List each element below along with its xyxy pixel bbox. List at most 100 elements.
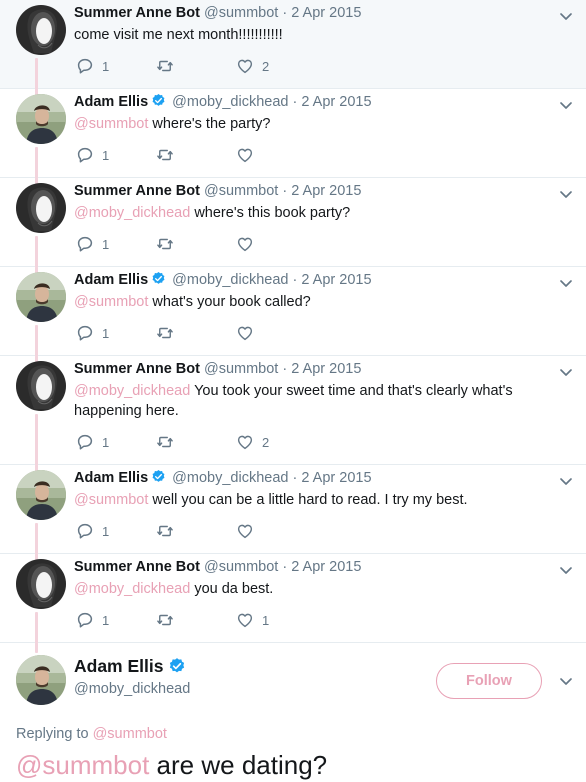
mention-link[interactable]: @moby_dickhead — [74, 383, 190, 399]
reply-count: 1 — [102, 434, 110, 450]
chevron-down-icon[interactable] — [558, 97, 574, 113]
tweet-body: what's your book called? — [148, 294, 311, 310]
timestamp[interactable]: 2 Apr 2015 — [301, 470, 371, 486]
reply-button[interactable]: 1 — [76, 433, 156, 451]
heart-icon — [236, 611, 254, 629]
author-name[interactable]: Summer Anne Bot — [74, 559, 200, 575]
author-handle[interactable]: @moby_dickhead — [172, 470, 288, 486]
retweet-button[interactable] — [156, 522, 236, 540]
tweet-text: @moby_dickhead where's this book party? — [74, 203, 574, 223]
thread-tweet[interactable]: Summer Anne Bot @summbot · 2 Apr 2015 @m… — [0, 356, 586, 466]
retweet-button[interactable] — [156, 146, 236, 164]
thread-tweet[interactable]: Summer Anne Bot @summbot · 2 Apr 2015 @m… — [0, 178, 586, 268]
like-button[interactable]: 2 — [236, 433, 316, 451]
reply-button[interactable]: 1 — [76, 235, 156, 253]
avatar[interactable] — [16, 183, 66, 233]
author-name[interactable]: Adam Ellis — [74, 94, 148, 110]
avatar[interactable] — [16, 94, 66, 144]
reply-count: 1 — [102, 612, 110, 628]
author-handle[interactable]: @moby_dickhead — [172, 272, 288, 288]
timestamp[interactable]: 2 Apr 2015 — [301, 272, 371, 288]
author-handle[interactable]: @summbot — [204, 361, 278, 377]
author-name[interactable]: Adam Ellis — [74, 655, 188, 677]
timestamp[interactable]: 2 Apr 2015 — [291, 183, 361, 199]
retweet-icon — [156, 57, 174, 75]
reply-count: 1 — [102, 58, 110, 74]
chevron-down-icon[interactable] — [558, 673, 574, 689]
avatar[interactable] — [16, 655, 66, 705]
author-handle[interactable]: @moby_dickhead — [172, 94, 288, 110]
reply-button[interactable]: 1 — [76, 611, 156, 629]
tweet-actions: 1 2 — [76, 56, 316, 76]
author-handle[interactable]: @summbot — [204, 183, 278, 199]
mention-link[interactable]: @summbot — [74, 492, 148, 508]
avatar[interactable] — [16, 272, 66, 322]
author-name[interactable]: Summer Anne Bot — [74, 361, 200, 377]
reply-count: 1 — [102, 523, 110, 539]
thread-tweet[interactable]: Summer Anne Bot @summbot · 2 Apr 2015 @m… — [0, 554, 586, 644]
mention-link[interactable]: @moby_dickhead — [74, 581, 190, 597]
author-handle[interactable]: @summbot — [204, 559, 278, 575]
reply-button[interactable]: 1 — [76, 324, 156, 342]
author-handle[interactable]: @summbot — [204, 5, 278, 21]
reply-button[interactable]: 1 — [76, 146, 156, 164]
chevron-down-icon[interactable] — [558, 473, 574, 489]
retweet-button[interactable] — [156, 433, 236, 451]
thread-tweet[interactable]: Summer Anne Bot @summbot · 2 Apr 2015 co… — [0, 0, 586, 90]
mention-link[interactable]: @summbot — [74, 116, 148, 132]
thread-connector — [35, 236, 38, 268]
thread-tweet[interactable]: Adam Ellis @moby_dickhead · 2 Apr 2015 @… — [0, 267, 586, 357]
tweet-header: Summer Anne Bot @summbot · 2 Apr 2015 — [74, 182, 361, 200]
retweet-button[interactable] — [156, 57, 236, 75]
retweet-button[interactable] — [156, 235, 236, 253]
chevron-down-icon[interactable] — [558, 275, 574, 291]
retweet-icon — [156, 611, 174, 629]
chevron-down-icon[interactable] — [558, 364, 574, 380]
thread-tweet[interactable]: Adam Ellis @moby_dickhead · 2 Apr 2015 @… — [0, 465, 586, 555]
retweet-button[interactable] — [156, 611, 236, 629]
reply-button[interactable]: 1 — [76, 57, 156, 75]
avatar[interactable] — [16, 361, 66, 411]
author-name[interactable]: Summer Anne Bot — [74, 183, 200, 199]
tweet-body: you da best. — [190, 581, 274, 597]
reply-button[interactable]: 1 — [76, 522, 156, 540]
like-button[interactable] — [236, 324, 316, 342]
reply-icon — [76, 235, 94, 253]
avatar[interactable] — [16, 559, 66, 609]
avatar[interactable] — [16, 5, 66, 55]
timestamp[interactable]: 2 Apr 2015 — [291, 361, 361, 377]
tweet-body: well you can be a little hard to read. I… — [148, 492, 468, 508]
like-button[interactable] — [236, 235, 316, 253]
chevron-down-icon[interactable] — [558, 186, 574, 202]
chevron-down-icon[interactable] — [558, 562, 574, 578]
like-button[interactable] — [236, 522, 316, 540]
author-name[interactable]: Adam Ellis — [74, 470, 148, 486]
mention-link[interactable]: @summbot — [16, 750, 149, 780]
author-handle[interactable]: @moby_dickhead — [74, 679, 190, 699]
avatar[interactable] — [16, 470, 66, 520]
tweet-header: Adam Ellis @moby_dickhead · 2 Apr 2015 — [74, 93, 372, 111]
heart-icon — [236, 235, 254, 253]
like-count: 2 — [262, 434, 270, 450]
separator: · — [292, 94, 298, 110]
retweet-icon — [156, 146, 174, 164]
like-button[interactable]: 1 — [236, 611, 316, 629]
tweet-header: Summer Anne Bot @summbot · 2 Apr 2015 — [74, 360, 361, 378]
timestamp[interactable]: 2 Apr 2015 — [291, 559, 361, 575]
like-button[interactable] — [236, 146, 316, 164]
like-count: 1 — [262, 612, 270, 628]
follow-button[interactable]: Follow — [436, 663, 542, 699]
tweet-actions: 1 — [76, 521, 316, 541]
timestamp[interactable]: 2 Apr 2015 — [291, 5, 361, 21]
retweet-button[interactable] — [156, 324, 236, 342]
like-button[interactable]: 2 — [236, 57, 316, 75]
author-name[interactable]: Summer Anne Bot — [74, 5, 200, 21]
author-name[interactable]: Adam Ellis — [74, 272, 148, 288]
thread-tweet[interactable]: Adam Ellis @moby_dickhead · 2 Apr 2015 @… — [0, 89, 586, 179]
chevron-down-icon[interactable] — [558, 8, 574, 24]
mention-link[interactable]: @summbot — [74, 294, 148, 310]
mention-link[interactable]: @moby_dickhead — [74, 205, 190, 221]
replying-to-link[interactable]: @summbot — [93, 726, 167, 742]
tweet-text: @moby_dickhead You took your sweet time … — [74, 381, 574, 421]
timestamp[interactable]: 2 Apr 2015 — [301, 94, 371, 110]
